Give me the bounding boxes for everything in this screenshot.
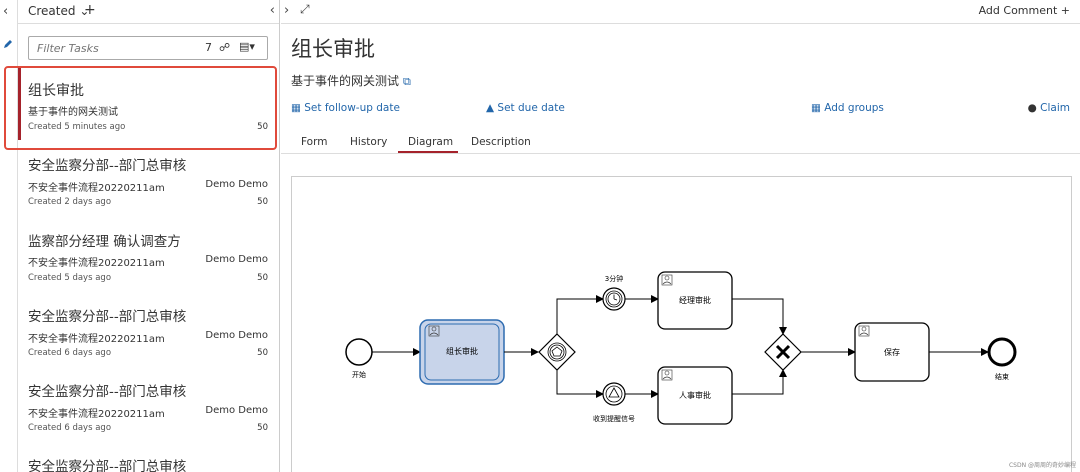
- collapse-left-icon[interactable]: ‹: [3, 4, 8, 19]
- expand-right-icon[interactable]: ›: [284, 3, 289, 18]
- task-priority: 50: [257, 348, 268, 358]
- due-label: Set due date: [497, 102, 565, 114]
- add-filter-button[interactable]: +: [84, 2, 96, 18]
- task-list-item[interactable]: 安全监察分部--部门总审核 不安全事件流程20220211am Demo Dem…: [18, 378, 279, 453]
- pencil-icon[interactable]: [2, 38, 14, 50]
- task-title: 安全监察分部--部门总审核: [28, 459, 187, 472]
- task-priority: 50: [257, 197, 268, 207]
- filter-box: 7 ☍ ▤▾: [28, 36, 268, 60]
- task-list-item[interactable]: 监察部分经理 确认调查方 不安全事件流程20220211am Demo Demo…: [18, 228, 279, 303]
- page-title: 组长审批: [291, 37, 375, 61]
- filter-tasks-input[interactable]: [29, 37, 189, 60]
- grid-icon: ▦: [811, 102, 821, 114]
- hr-task-label: 人事审批: [679, 390, 711, 400]
- task-detail-panel: › ⤢ Add Comment + 组长审批 基于事件的网关测试 ⧉ ▦ Set …: [281, 0, 1080, 472]
- watermark: CSDN @周周的奇妙编程: [1008, 462, 1076, 469]
- task-assignee: Demo Demo: [205, 179, 268, 190]
- sequence-flow: [732, 298, 787, 335]
- task-priority: 50: [257, 423, 268, 433]
- follow-up-label: Set follow-up date: [304, 102, 400, 114]
- task-title: 监察部分经理 确认调查方: [28, 234, 181, 250]
- sequence-flow: [732, 369, 787, 395]
- claim-label: Claim: [1040, 102, 1070, 114]
- start-event[interactable]: [345, 338, 373, 366]
- tab-bar: Form History Diagram Description: [281, 128, 1080, 154]
- task-title: 安全监察分部--部门总审核: [28, 158, 187, 174]
- start-event-label: 开始: [352, 370, 366, 379]
- save-task-label: 保存: [884, 347, 900, 357]
- task-process: 不安全事件流程20220211am: [28, 334, 165, 345]
- manager-task-label: 经理审批: [679, 295, 711, 305]
- process-name[interactable]: 基于事件的网关测试 ⧉: [291, 72, 411, 89]
- task-assignee: Demo Demo: [205, 405, 268, 416]
- task-list-item[interactable]: 安全监察分部--部门总审核 不安全事件流程20220211am Demo Dem…: [18, 152, 279, 227]
- signal-label: 收到提醒信号: [593, 414, 635, 423]
- task-title: 安全监察分部--部门总审核: [28, 309, 187, 325]
- add-comment-button[interactable]: Add Comment +: [979, 4, 1070, 17]
- collapse-sidebar-icon[interactable]: ‹: [270, 3, 275, 18]
- app: ‹ Created ⌄ + ‹ 7 ☍ ▤▾ 组长审批 基于事件的网关测试 Cr…: [0, 0, 1080, 472]
- bpmn-canvas: 开始 组长审批 3分钟 收到提醒信号 经理审批 人事审批 保存 结束: [345, 271, 1017, 425]
- claim-button[interactable]: ● Claim: [1028, 102, 1070, 114]
- task-list-item[interactable]: 安全监察分部--部门总审核: [18, 453, 279, 472]
- groups-label: Add groups: [824, 102, 884, 114]
- calendar-icon: ▦: [291, 102, 301, 114]
- task-process: 不安全事件流程20220211am: [28, 409, 165, 420]
- external-link-icon[interactable]: ⧉: [403, 75, 411, 88]
- bell-icon: ▲: [486, 102, 495, 114]
- sequence-flow: [556, 295, 604, 334]
- task-process: 不安全事件流程20220211am: [28, 183, 165, 194]
- process-name-label: 基于事件的网关测试: [291, 74, 400, 88]
- event-based-gateway[interactable]: [538, 333, 576, 371]
- set-due-date-button[interactable]: ▲ Set due date: [486, 102, 565, 114]
- task-title: 安全监察分部--部门总审核: [28, 384, 187, 400]
- sort-dropdown[interactable]: Created ⌄: [28, 4, 89, 18]
- task-age: Created 2 days ago: [28, 197, 112, 207]
- task-assignee: Demo Demo: [205, 330, 268, 341]
- tab-diagram[interactable]: Diagram: [408, 136, 453, 148]
- end-event[interactable]: [987, 337, 1017, 367]
- tab-history[interactable]: History: [350, 136, 387, 148]
- link-icon[interactable]: ☍: [219, 41, 230, 54]
- bpmn-diagram[interactable]: 开始 组长审批 3分钟 收到提醒信号 经理审批 人事审批 保存 结束: [291, 176, 1072, 472]
- task-priority: 50: [257, 273, 268, 283]
- active-tab-indicator: [398, 151, 458, 153]
- tab-description[interactable]: Description: [471, 136, 531, 148]
- task-assignee: Demo Demo: [205, 254, 268, 265]
- end-event-label: 结束: [995, 372, 1009, 381]
- add-groups-button[interactable]: ▦ Add groups: [811, 102, 884, 114]
- detail-toolbar: › ⤢ Add Comment +: [281, 0, 1080, 24]
- tab-form[interactable]: Form: [301, 136, 327, 148]
- task-process: 不安全事件流程20220211am: [28, 258, 165, 269]
- active-task-label: 组长审批: [446, 346, 478, 356]
- timer-label: 3分钟: [605, 274, 623, 283]
- task-age: Created 6 days ago: [28, 348, 112, 358]
- save-icon[interactable]: ▤▾: [239, 40, 255, 53]
- selection-highlight: [4, 66, 277, 150]
- task-age: Created 6 days ago: [28, 423, 112, 433]
- sidebar-toolbar: Created ⌄ + ‹: [18, 0, 279, 24]
- task-age: Created 5 days ago: [28, 273, 112, 283]
- sequence-flow: [556, 370, 604, 398]
- set-follow-up-button[interactable]: ▦ Set follow-up date: [291, 102, 400, 114]
- task-count: 7: [205, 41, 212, 54]
- fullscreen-icon[interactable]: ⤢: [300, 2, 310, 17]
- user-icon: ●: [1027, 102, 1037, 114]
- task-list-item[interactable]: 安全监察分部--部门总审核 不安全事件流程20220211am Demo Dem…: [18, 303, 279, 378]
